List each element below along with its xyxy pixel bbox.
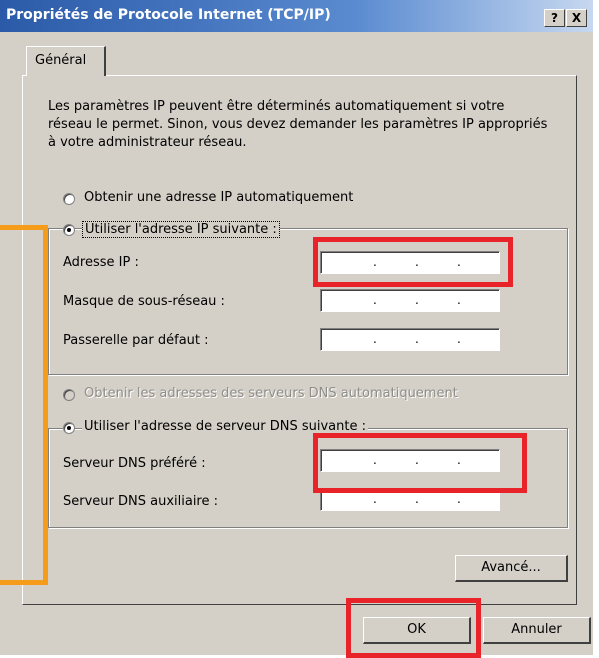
dns-manual-radio[interactable] xyxy=(63,422,75,434)
subnet-mask-input[interactable]: ... xyxy=(320,289,500,312)
advanced-button[interactable]: Avancé... xyxy=(455,555,568,582)
window-title: Propriétés de Protocole Internet (TCP/IP… xyxy=(6,7,331,23)
ip-manual-radio[interactable] xyxy=(63,224,75,236)
subnet-mask-label: Masque de sous-réseau : xyxy=(63,294,225,309)
default-gateway-input[interactable]: ... xyxy=(320,328,500,351)
red-highlight-ip-address xyxy=(313,237,513,287)
red-highlight-ok-button xyxy=(346,598,481,658)
red-highlight-preferred-dns xyxy=(313,433,527,493)
orange-highlight-box xyxy=(0,225,48,585)
dns-auto-label: Obtenir les adresses des serveurs DNS au… xyxy=(82,386,460,401)
dns-manual-label[interactable]: Utiliser l'adresse de serveur DNS suivan… xyxy=(82,419,368,434)
cancel-button[interactable]: Annuler xyxy=(483,617,591,644)
alternate-dns-label: Serveur DNS auxiliaire : xyxy=(63,494,219,509)
default-gateway-label: Passerelle par défaut : xyxy=(63,333,209,348)
ip-address-label: Adresse IP : xyxy=(63,255,139,270)
ip-auto-radio[interactable] xyxy=(63,193,75,205)
close-button[interactable]: X xyxy=(566,9,587,27)
ip-manual-label[interactable]: Utiliser l'adresse IP suivante : xyxy=(82,221,280,238)
intro-text: Les paramètres IP peuvent être déterminé… xyxy=(48,99,548,150)
tab-general[interactable]: Général xyxy=(26,46,106,76)
ip-auto-label[interactable]: Obtenir une adresse IP automatiquement xyxy=(82,190,356,205)
tab-general-label: Général xyxy=(35,53,87,68)
dns-auto-radio xyxy=(63,389,75,401)
help-button[interactable]: ? xyxy=(544,9,565,27)
preferred-dns-label: Serveur DNS préféré : xyxy=(63,456,206,471)
